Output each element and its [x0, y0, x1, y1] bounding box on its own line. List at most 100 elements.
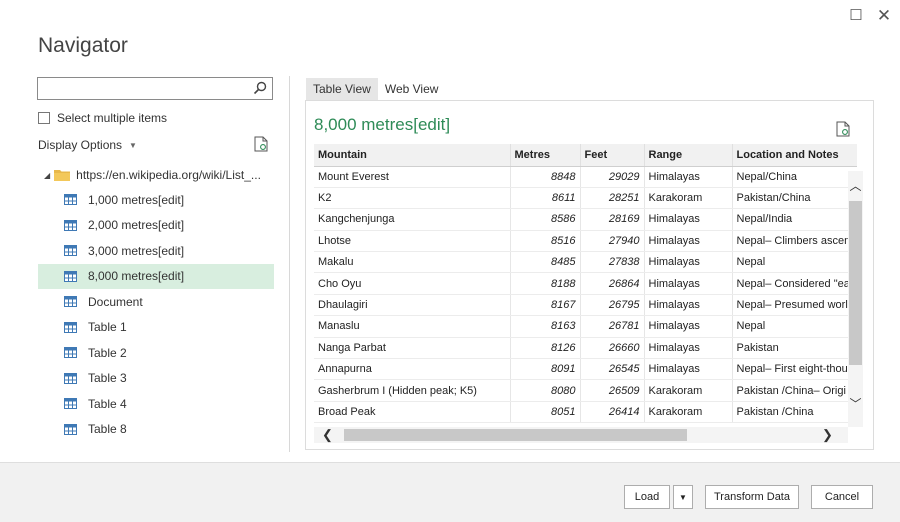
table-cell: Makalu: [314, 251, 511, 274]
load-dropdown-icon[interactable]: ▼: [673, 485, 693, 509]
table-cell: 26795: [580, 294, 645, 317]
horizontal-scrollbar[interactable]: ❮ ❯: [314, 427, 848, 443]
table-cell: 27838: [580, 251, 645, 274]
table-cell: 8516: [510, 230, 581, 253]
close-button[interactable]: ✕: [876, 7, 892, 24]
table-cell: Himalayas: [644, 358, 733, 381]
table-cell: Himalayas: [644, 294, 733, 317]
scroll-down-icon[interactable]: ﹀: [848, 395, 863, 412]
table-cell: Gasherbrum I (Hidden peak; K5): [314, 379, 511, 402]
table-cell: 8163: [510, 315, 581, 338]
table-cell: Nepal/India: [732, 208, 857, 231]
tree-item[interactable]: Table 2: [38, 340, 274, 366]
search-icon[interactable]: [253, 81, 267, 95]
column-header[interactable]: Mountain: [314, 144, 511, 167]
table-cell: Pakistan /China– Origi: [732, 379, 857, 402]
folder-icon: [54, 170, 71, 181]
tab-web-view[interactable]: Web View: [378, 78, 446, 100]
table-cell: Kangchenjunga: [314, 208, 511, 231]
tree-item-label: 1,000 metres[edit]: [88, 192, 185, 207]
view-tabs: Table View Web View: [306, 78, 445, 100]
table-cell: 8586: [510, 208, 581, 231]
table-cell: 26545: [580, 358, 645, 381]
maximize-button[interactable]: ☐: [848, 8, 864, 24]
vertical-scroll-thumb[interactable]: [849, 201, 862, 365]
column-header[interactable]: Feet: [580, 144, 645, 167]
scroll-right-icon[interactable]: ❯: [822, 427, 833, 443]
table-cell: K2: [314, 187, 511, 210]
refresh-preview-icon[interactable]: [836, 121, 850, 137]
tree-item[interactable]: Table 8: [38, 417, 274, 443]
table-cell: Pakistan /China: [732, 401, 857, 424]
table-icon: [64, 398, 77, 410]
vertical-scrollbar[interactable]: ︿ ﹀: [848, 171, 863, 427]
table-row[interactable]: Broad Peak 8051 26414 Karakoram Pakistan /Ch…: [314, 401, 857, 424]
table-cell: Karakoram: [644, 379, 733, 402]
table-cell: Nepal– Presumed worl: [732, 294, 857, 317]
table-icon: [64, 194, 77, 206]
table-row[interactable]: Annapurna 8091 26545 Himalayas Nepal– First …: [314, 358, 857, 381]
display-options-dropdown[interactable]: Display Options ▼: [38, 138, 137, 152]
table-icon: [64, 219, 77, 231]
tree-root-node[interactable]: ◢ https://en.wikipedia.org/wiki/List_...: [38, 163, 274, 187]
table-cell: Pakistan: [732, 337, 857, 360]
table-row[interactable]: Cho Oyu 8188 26864 Himalayas Nepal– Consider…: [314, 272, 857, 295]
tree-item-label: Table 8: [88, 422, 127, 437]
table-cell: Karakoram: [644, 187, 733, 210]
table-cell: Manaslu: [314, 315, 511, 338]
cancel-button[interactable]: Cancel: [811, 485, 873, 509]
tree-root-label: https://en.wikipedia.org/wiki/List_...: [76, 168, 261, 182]
table-row[interactable]: Manaslu 8163 26781 Himalayas Nepal: [314, 315, 857, 338]
table-cell: Himalayas: [644, 166, 733, 188]
select-multiple-label: Select multiple items: [57, 111, 168, 125]
scroll-left-icon[interactable]: ❮: [322, 427, 333, 443]
tree-item[interactable]: 2,000 metres[edit]: [38, 213, 274, 239]
pane-divider: [289, 76, 290, 452]
table-row[interactable]: Gasherbrum I (Hidden peak; K5) 8080 26509 K…: [314, 379, 857, 402]
table-cell: Mount Everest: [314, 166, 511, 188]
scroll-up-icon[interactable]: ︿: [848, 177, 863, 194]
tree-item-label: 8,000 metres[edit]: [88, 269, 185, 284]
table-icon: [64, 270, 77, 282]
table-row[interactable]: Makalu 8485 27838 Himalayas Nepal: [314, 251, 857, 274]
table-cell: Lhotse: [314, 230, 511, 253]
tree-item[interactable]: Table 4: [38, 391, 274, 417]
tree-item-label: Table 4: [88, 396, 127, 411]
table-row[interactable]: Lhotse 8516 27940 Himalayas Nepal– Climbers …: [314, 230, 857, 253]
select-multiple-row[interactable]: Select multiple items: [38, 111, 167, 125]
refresh-icon[interactable]: [254, 136, 268, 152]
select-multiple-checkbox[interactable]: [38, 112, 50, 124]
tree-item[interactable]: Table 3: [38, 366, 274, 392]
table-cell: 26781: [580, 315, 645, 338]
table-cell: 8126: [510, 337, 581, 360]
expand-triangle-icon[interactable]: ◢: [44, 171, 50, 180]
tree-item[interactable]: Document: [38, 289, 274, 315]
column-header[interactable]: Metres: [510, 144, 581, 167]
tab-table-view[interactable]: Table View: [306, 78, 378, 100]
tree-item[interactable]: 3,000 metres[edit]: [38, 238, 274, 264]
search-input[interactable]: [37, 77, 273, 100]
column-header[interactable]: Location and Notes: [732, 144, 857, 167]
tree-item[interactable]: 8,000 metres[edit]: [38, 263, 274, 289]
table-cell: 28169: [580, 208, 645, 231]
table-cell: Broad Peak: [314, 401, 511, 424]
tree-item[interactable]: 1,000 metres[edit]: [38, 187, 274, 213]
table-row[interactable]: Dhaulagiri 8167 26795 Himalayas Nepal– Presu…: [314, 294, 857, 317]
horizontal-scroll-thumb[interactable]: [344, 429, 687, 441]
table-cell: 8485: [510, 251, 581, 274]
table-cell: 26864: [580, 272, 645, 295]
tree-item-label: 3,000 metres[edit]: [88, 243, 185, 258]
table-cell: 28251: [580, 187, 645, 210]
table-row[interactable]: Mount Everest 8848 29029 Himalayas Nepal/Chi…: [314, 166, 857, 188]
column-header[interactable]: Range: [644, 144, 733, 167]
table-cell: Nepal– Considered "ea: [732, 272, 857, 295]
table-cell: 8188: [510, 272, 581, 295]
table-row[interactable]: Kangchenjunga 8586 28169 Himalayas Nepal/Ind…: [314, 208, 857, 231]
table-row[interactable]: Nanga Parbat 8126 26660 Himalayas Pakistan: [314, 337, 857, 360]
transform-data-button[interactable]: Transform Data: [705, 485, 799, 509]
table-row[interactable]: K2 8611 28251 Karakoram Pakistan/China: [314, 187, 857, 210]
table-cell: 8080: [510, 379, 581, 402]
load-button[interactable]: Load: [624, 485, 670, 509]
tree-item[interactable]: Table 1: [38, 315, 274, 341]
table-cell: Himalayas: [644, 272, 733, 295]
